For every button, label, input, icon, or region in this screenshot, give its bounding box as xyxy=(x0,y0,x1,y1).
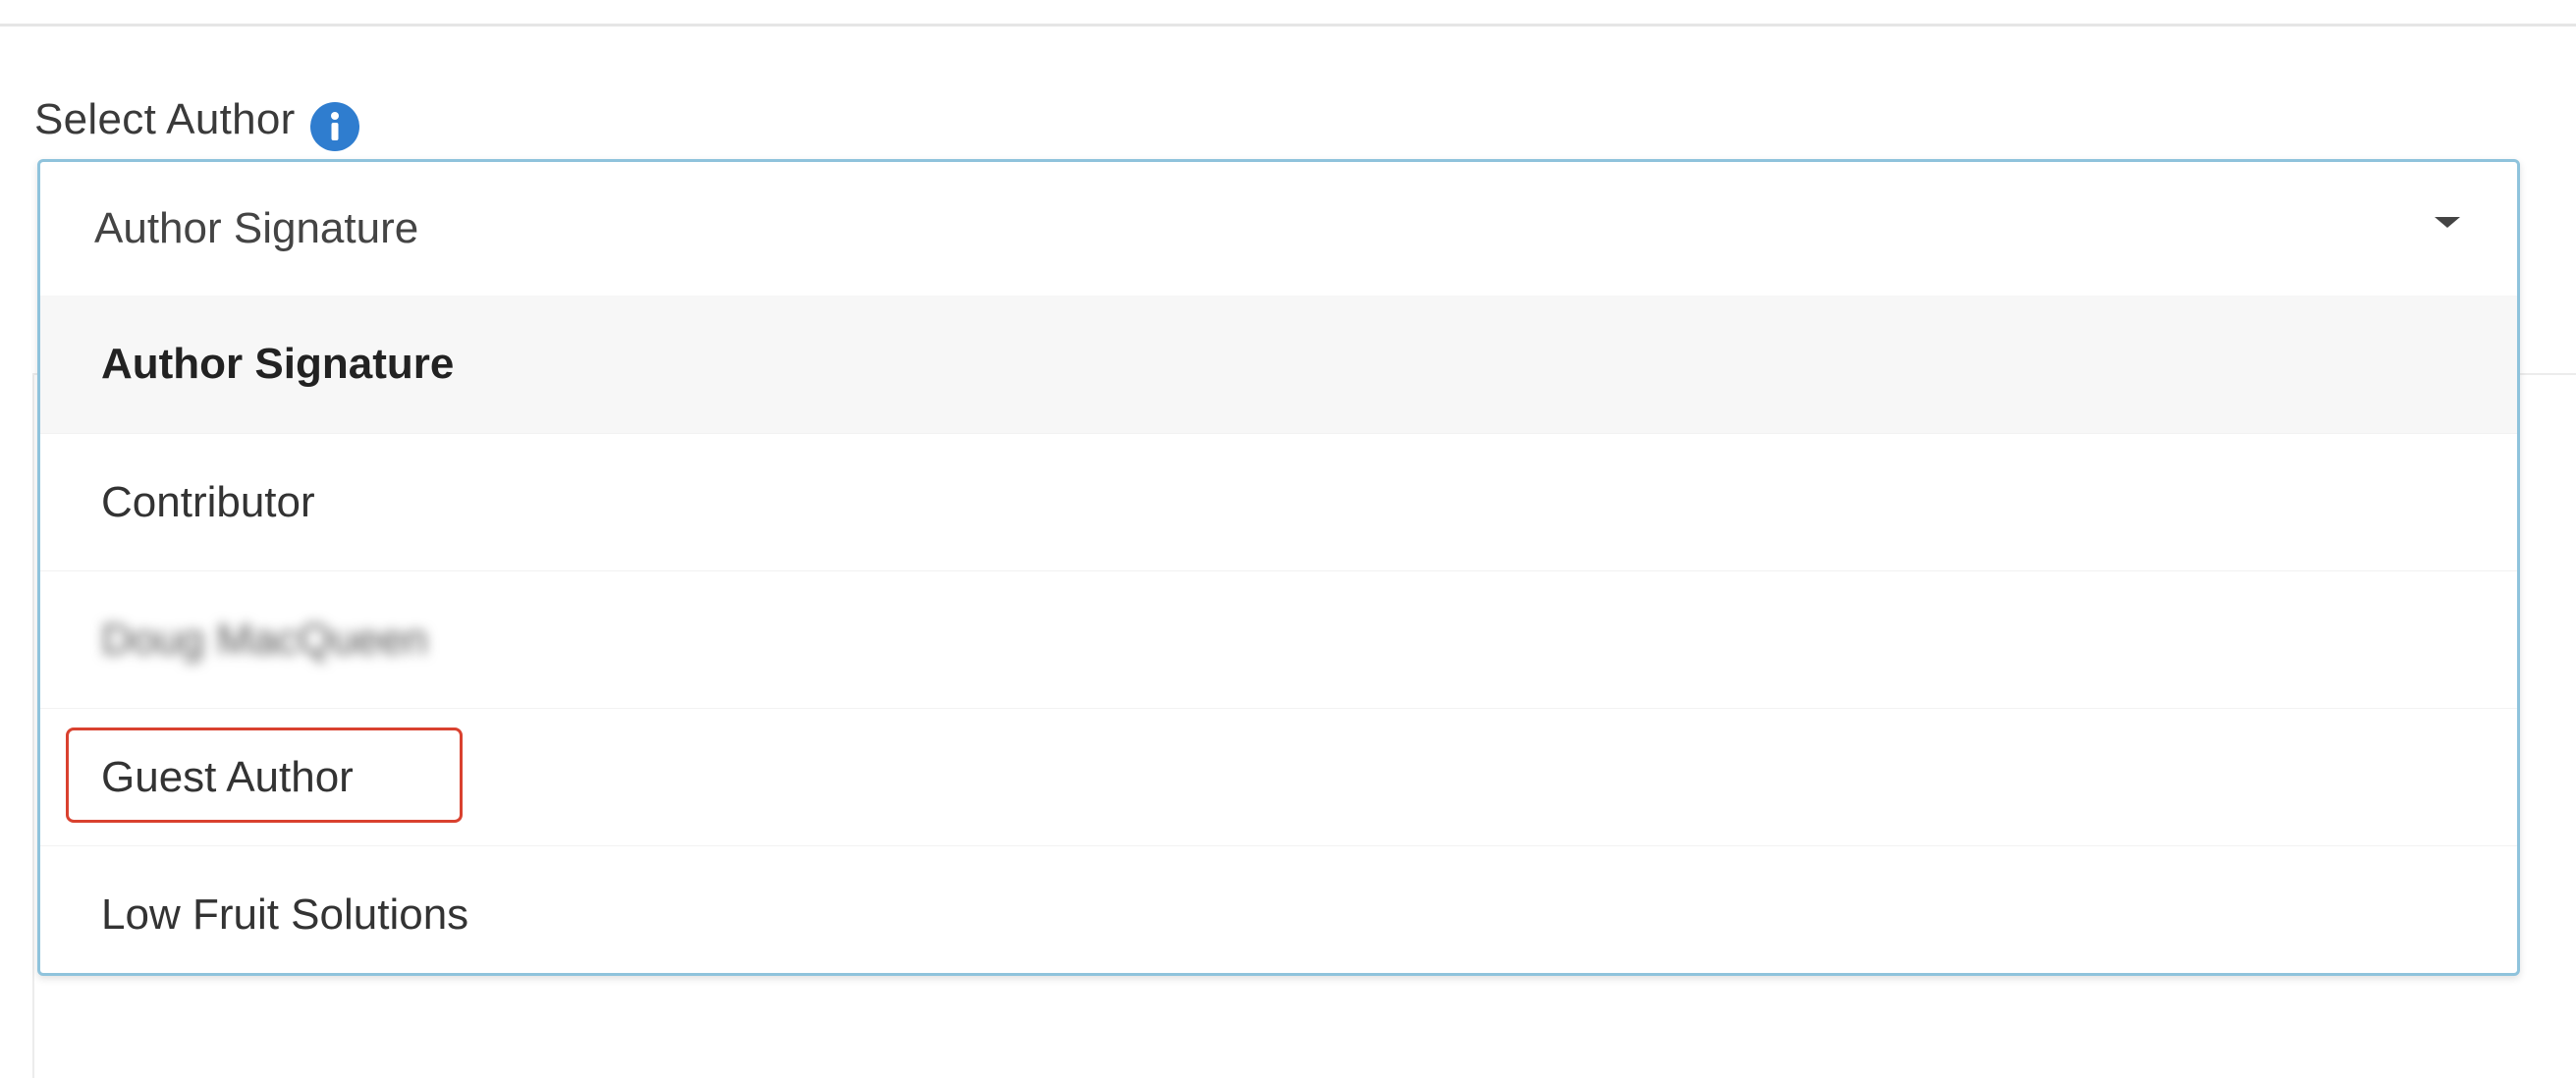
option-contributor[interactable]: Contributor xyxy=(40,433,2517,570)
option-low-fruit-solutions[interactable]: Low Fruit Solutions xyxy=(40,845,2517,973)
caret-down-icon[interactable] xyxy=(2435,217,2460,228)
select-author-label: Select Author xyxy=(34,90,360,152)
option-label: Low Fruit Solutions xyxy=(101,889,469,939)
field-label-text: Select Author xyxy=(34,95,296,143)
top-divider xyxy=(0,24,2576,27)
option-guest-author[interactable]: Guest Author xyxy=(40,708,2517,845)
option-label: Doug MacQueen xyxy=(101,615,428,664)
option-author-signature[interactable]: Author Signature xyxy=(40,296,2517,433)
option-label: Author Signature xyxy=(101,340,455,388)
option-label: Contributor xyxy=(101,477,315,526)
option-label: Guest Author xyxy=(101,752,354,801)
select-current[interactable]: Author Signature xyxy=(40,162,2517,296)
selected-value: Author Signature xyxy=(94,204,419,252)
info-icon[interactable] xyxy=(309,101,360,152)
option-doug-macqueen[interactable]: Doug MacQueen xyxy=(40,570,2517,708)
author-select[interactable]: Author Signature Author Signature Contri… xyxy=(37,159,2520,976)
author-options-list: Author Signature Contributor Doug MacQue… xyxy=(40,296,2517,973)
